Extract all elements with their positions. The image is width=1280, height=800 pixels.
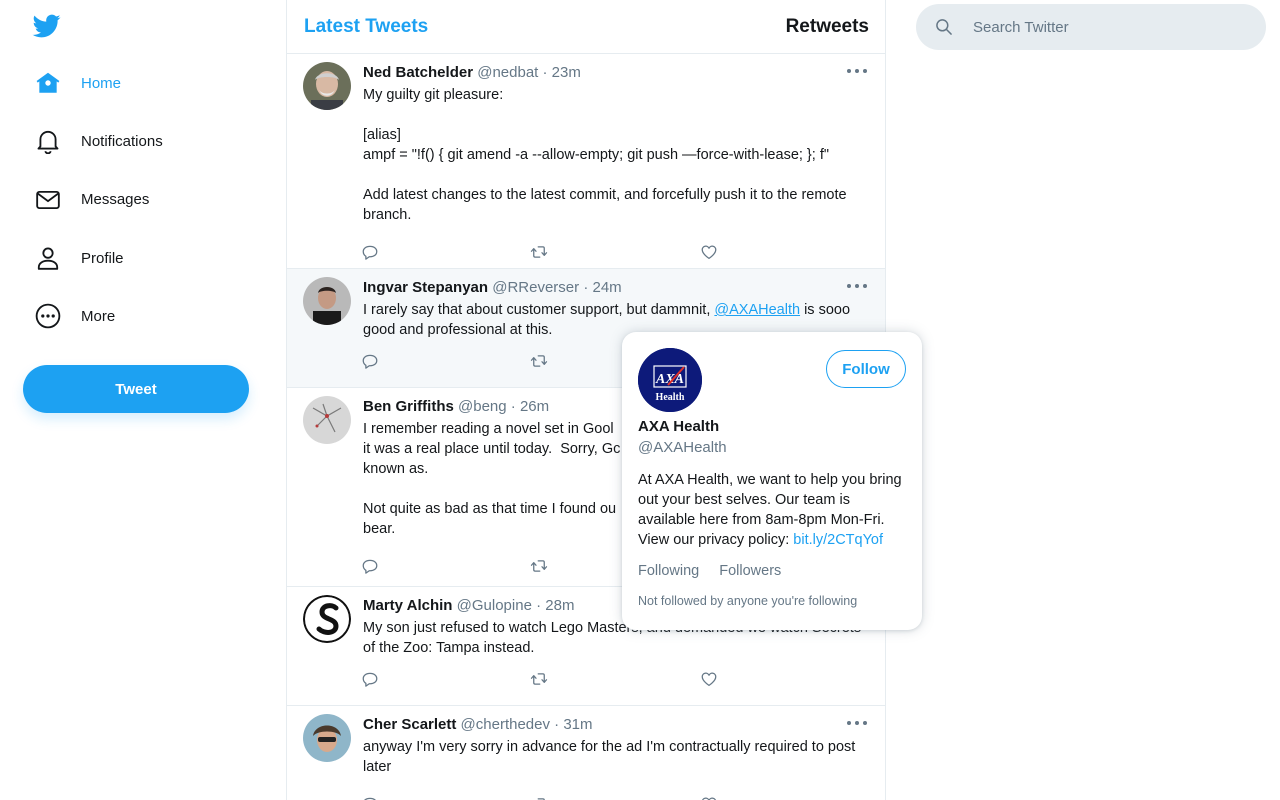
left-sidebar: Home Notifications Messages Profile More	[0, 0, 286, 800]
tab-retweets[interactable]: Retweets	[786, 16, 869, 38]
author-handle[interactable]: @beng	[458, 398, 507, 415]
twitter-logo-icon[interactable]	[31, 12, 63, 40]
tweet-header: Cher Scarlett @cherthedev · 31m	[363, 715, 869, 735]
nav-label-notifications: Notifications	[81, 132, 163, 150]
reply-icon[interactable]	[361, 795, 530, 800]
tweet-text-before: I rarely say that about customer support…	[363, 302, 715, 318]
follow-button[interactable]: Follow	[826, 350, 906, 388]
reply-icon[interactable]	[361, 670, 530, 688]
tweet-time[interactable]: 23m	[552, 64, 581, 81]
reply-icon[interactable]	[361, 352, 530, 370]
reply-icon[interactable]	[361, 557, 530, 575]
tweet-button[interactable]: Tweet	[23, 365, 249, 413]
following-link[interactable]: Following	[638, 563, 699, 579]
reply-icon[interactable]	[361, 243, 530, 261]
like-icon[interactable]	[700, 795, 869, 800]
person-icon	[23, 243, 73, 273]
tweet-actions	[361, 787, 869, 800]
avatar[interactable]	[303, 277, 351, 325]
tweet-header: Ned Batchelder @nedbat · 23m	[363, 63, 869, 83]
more-options-icon[interactable]	[847, 66, 867, 76]
avatar[interactable]	[303, 714, 351, 762]
more-options-icon[interactable]	[847, 281, 867, 291]
hovercard-bio: At AXA Health, we want to help you bring…	[638, 470, 908, 550]
tweet-time[interactable]: 28m	[545, 597, 574, 614]
author-name[interactable]: Ned Batchelder	[363, 64, 473, 81]
tweet-time[interactable]: 24m	[592, 279, 621, 296]
like-icon[interactable]	[700, 243, 869, 261]
author-handle[interactable]: @RReverser	[492, 279, 579, 296]
search-icon	[936, 19, 952, 35]
retweet-icon[interactable]	[530, 243, 699, 261]
timeline-header: Latest Tweets Retweets	[287, 0, 885, 54]
author-name[interactable]: Cher Scarlett	[363, 716, 456, 733]
tweet-text: anyway I'm very sorry in advance for the…	[363, 739, 860, 775]
author-handle[interactable]: @Gulopine	[457, 597, 532, 614]
author-name[interactable]: Ingvar Stepanyan	[363, 279, 488, 296]
bell-icon	[23, 126, 73, 156]
more-circle-icon	[23, 301, 73, 331]
tweet-actions	[361, 235, 869, 269]
tweet-header: Ingvar Stepanyan @RReverser · 24m	[363, 278, 869, 298]
like-icon[interactable]	[700, 670, 869, 688]
hovercard-handle[interactable]: @AXAHealth	[638, 439, 727, 456]
avatar[interactable]	[303, 595, 351, 643]
primary-nav: Home Notifications Messages Profile More	[23, 54, 263, 345]
nav-item-profile[interactable]: Profile	[23, 229, 263, 287]
hovercard-stats: Following Followers	[638, 563, 781, 579]
separator-dot: ·	[554, 716, 560, 733]
nav-label-home: Home	[81, 74, 122, 92]
separator-dot: ·	[583, 279, 589, 296]
hovercard-name[interactable]: AXA Health	[638, 418, 719, 435]
retweet-icon[interactable]	[530, 670, 699, 688]
tweet[interactable]: Cher Scarlett @cherthedev · 31m anyway I…	[287, 706, 885, 800]
nav-item-home[interactable]: Home	[23, 54, 263, 112]
tab-latest-tweets[interactable]: Latest Tweets	[304, 16, 428, 38]
tweet-actions	[361, 662, 869, 696]
mention-link[interactable]: @AXAHealth	[714, 302, 800, 318]
bio-link[interactable]: bit.ly/2CTqYof	[793, 532, 883, 548]
author-handle[interactable]: @cherthedev	[461, 716, 550, 733]
search-bar[interactable]	[916, 4, 1266, 50]
follow-context-note: Not followed by anyone you're following	[638, 594, 858, 608]
tweet-time[interactable]: 26m	[520, 398, 549, 415]
separator-dot: ·	[510, 398, 516, 415]
avatar[interactable]	[303, 396, 351, 444]
tweet-text: My guilty git pleasure: [alias] ampf = "…	[363, 87, 847, 223]
tweet-time[interactable]: 31m	[563, 716, 592, 733]
home-icon	[23, 68, 73, 98]
axa-health-avatar[interactable]: AXA Health	[638, 348, 702, 412]
author-name[interactable]: Ben Griffiths	[363, 398, 454, 415]
separator-dot: ·	[536, 597, 542, 614]
nav-label-profile: Profile	[81, 249, 124, 267]
avatar[interactable]	[303, 62, 351, 110]
nav-item-more[interactable]: More	[23, 287, 263, 345]
author-handle[interactable]: @nedbat	[477, 64, 538, 81]
nav-item-notifications[interactable]: Notifications	[23, 112, 263, 170]
retweet-icon[interactable]	[530, 795, 699, 800]
separator-dot: ·	[542, 64, 548, 81]
nav-label-messages: Messages	[81, 191, 150, 209]
author-name[interactable]: Marty Alchin	[363, 597, 452, 614]
nav-label-more: More	[81, 307, 116, 325]
tweet[interactable]: Ned Batchelder @nedbat · 23m My guilty g…	[287, 54, 885, 269]
more-options-icon[interactable]	[847, 718, 867, 728]
profile-hovercard: AXA Health Follow AXA Health @AXAHealth …	[622, 332, 922, 630]
followers-link[interactable]: Followers	[719, 563, 781, 579]
envelope-icon	[23, 185, 73, 215]
search-input[interactable]	[973, 18, 1243, 36]
nav-item-messages[interactable]: Messages	[23, 171, 263, 229]
axa-logo-subtext: Health	[656, 392, 685, 403]
